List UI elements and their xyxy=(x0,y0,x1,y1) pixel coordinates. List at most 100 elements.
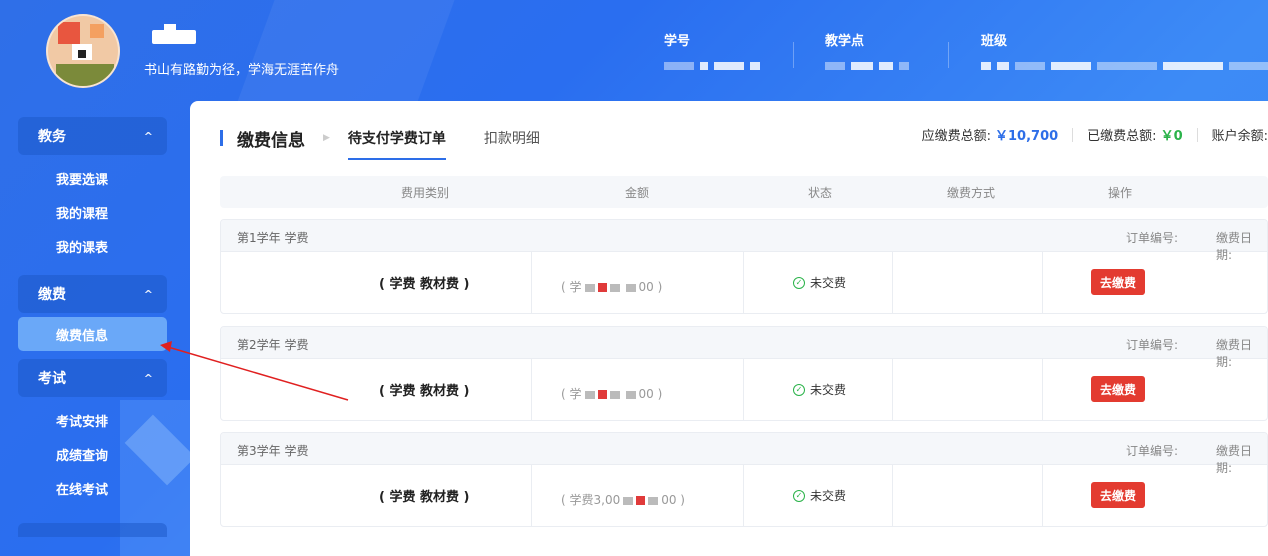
tab-deduction-details[interactable]: 扣款明细 xyxy=(484,124,540,152)
order-number-label: 订单编号: xyxy=(1126,338,1179,352)
table-cell xyxy=(221,359,532,420)
main-panel: 缴费信息 ▶ 待支付学费订单 扣款明细 应缴费总额: ￥10,700 已缴费总额… xyxy=(190,101,1268,556)
total-due-label: 应缴费总额: xyxy=(921,129,991,144)
menu-head-exam[interactable]: 考试 ^ xyxy=(18,359,167,397)
pay-button[interactable]: 去缴费 xyxy=(1091,269,1145,295)
menu-head-label: 缴费 xyxy=(38,287,66,303)
order-number-label: 订单编号: xyxy=(1126,231,1179,245)
order-header: 第2学年 学费 订单编号: 缴费日期: xyxy=(221,327,1267,369)
order-year: 第2学年 学费 xyxy=(237,338,309,352)
avatar[interactable] xyxy=(46,14,120,88)
sidebar-item-exam-schedule[interactable]: 考试安排 xyxy=(18,403,167,437)
total-paid-value: ￥0 xyxy=(1160,129,1183,144)
tab-pending-orders[interactable]: 待支付学费订单 xyxy=(347,124,446,160)
page-title: 缴费信息 xyxy=(237,130,305,151)
fee-type: ( 学费 教材费 ) xyxy=(379,490,470,505)
column-header: 操作 xyxy=(1108,186,1133,200)
menu-group-payment: 缴费 ^ 缴费信息 xyxy=(18,275,167,351)
check-circle-icon: ✓ xyxy=(793,276,805,289)
amount-redacted: ( 学 00 ) xyxy=(561,385,662,402)
user-name-redacted xyxy=(152,24,196,44)
order-card: 第1学年 学费 订单编号: 缴费日期: ( 学费 教材费 ) ( 学 00 ) ✓… xyxy=(220,219,1268,314)
table-cell xyxy=(221,252,532,313)
table-cell xyxy=(893,465,1043,526)
column-header: 金额 xyxy=(625,186,650,200)
menu-head-next[interactable] xyxy=(18,523,167,537)
menu-head-label: 教务 xyxy=(38,129,66,145)
check-circle-icon: ✓ xyxy=(793,489,805,502)
class-value-redacted xyxy=(981,61,1268,71)
chevron-up-icon: ^ xyxy=(143,129,153,143)
order-card: 第2学年 学费 订单编号: 缴费日期: ( 学费 教材费 ) ( 学 00 ) ✓… xyxy=(220,326,1268,421)
sidebar-item-payment-info[interactable]: 缴费信息 xyxy=(18,317,167,351)
order-body: ( 学费 教材费 ) ( 学费3,00 00 ) ✓ 未交费 去缴费 xyxy=(221,465,1267,526)
amount-text-start: ( 学费3,00 xyxy=(561,493,621,507)
column-header: 状态 xyxy=(808,186,833,200)
payment-status: ✓ 未交费 xyxy=(793,381,846,398)
caret-right-icon: ▶ xyxy=(323,133,330,143)
teaching-point-block: 教学点 xyxy=(825,30,909,71)
menu-group-exam: 考试 ^ 考试安排 成绩查询 在线考试 xyxy=(18,359,167,537)
status-label: 未交费 xyxy=(810,276,847,290)
table-cell xyxy=(893,359,1043,420)
payment-status: ✓ 未交费 xyxy=(793,487,846,504)
sidebar-item-course-selection[interactable]: 我要选课 xyxy=(18,161,167,195)
menu-head-academic[interactable]: 教务 ^ xyxy=(18,117,167,155)
table-header: 费用类别 金额 状态 缴费方式 操作 xyxy=(220,176,1268,208)
class-label: 班级 xyxy=(981,34,1008,49)
header-divider xyxy=(948,42,949,68)
title-accent-bar xyxy=(220,130,223,146)
column-header: 缴费方式 xyxy=(947,186,996,200)
order-header: 第3学年 学费 订单编号: 缴费日期: xyxy=(221,433,1267,475)
order-year: 第3学年 学费 xyxy=(237,444,309,458)
fee-type: ( 学费 教材费 ) xyxy=(379,384,470,399)
amount-text-start: ( 学 xyxy=(561,280,582,294)
totals-divider xyxy=(1196,127,1198,142)
order-number-label: 订单编号: xyxy=(1126,444,1179,458)
amount-redacted: ( 学 00 ) xyxy=(561,278,662,295)
amount-text-end: 00 ) xyxy=(638,280,663,294)
menu-head-label: 考试 xyxy=(38,371,66,387)
total-due-value: ￥10,700 xyxy=(995,129,1059,144)
class-block: 班级 xyxy=(981,30,1268,71)
total-paid-label: 已缴费总额: xyxy=(1087,129,1157,144)
table-cell xyxy=(221,465,532,526)
teaching-point-value-redacted xyxy=(825,61,909,71)
status-label: 未交费 xyxy=(810,489,847,503)
sidebar-item-my-timetable[interactable]: 我的课表 xyxy=(18,229,167,263)
order-year: 第1学年 学费 xyxy=(237,231,309,245)
table-cell xyxy=(893,252,1043,313)
payment-totals: 应缴费总额: ￥10,700 已缴费总额: ￥0 账户余额: xyxy=(922,125,1268,144)
amount-text-end: 00 ) xyxy=(661,493,685,507)
menu-group-academic: 教务 ^ 我要选课 我的课程 我的课表 xyxy=(18,117,167,267)
totals-divider xyxy=(1072,127,1074,142)
order-card: 第3学年 学费 订单编号: 缴费日期: ( 学费 教材费 ) ( 学费3,00 0… xyxy=(220,432,1268,527)
menu-head-payment[interactable]: 缴费 ^ xyxy=(18,275,167,313)
sidebar-item-my-courses[interactable]: 我的课程 xyxy=(18,195,167,229)
student-id-block: 学号 xyxy=(664,30,760,71)
student-id-value-redacted xyxy=(664,61,760,71)
teaching-point-label: 教学点 xyxy=(825,34,865,49)
header: 书山有路勤为径，学海无涯苦作舟 学号 教学点 班级 xyxy=(0,0,1268,100)
fee-type: ( 学费 教材费 ) xyxy=(379,277,470,292)
pay-button[interactable]: 去缴费 xyxy=(1091,482,1145,508)
student-id-label: 学号 xyxy=(664,34,691,49)
sidebar: 教务 ^ 我要选课 我的课程 我的课表 缴费 ^ 缴费信息 考试 ^ 考试安排 … xyxy=(18,117,167,545)
amount-redacted: ( 学费3,00 00 ) xyxy=(561,491,685,508)
status-label: 未交费 xyxy=(810,383,847,397)
balance-label: 账户余额: xyxy=(1211,129,1268,144)
column-header: 费用类别 xyxy=(401,186,450,200)
motto: 书山有路勤为径，学海无涯苦作舟 xyxy=(144,63,340,78)
check-circle-icon: ✓ xyxy=(793,383,805,396)
amount-text-start: ( 学 xyxy=(561,387,582,401)
sidebar-item-online-exam[interactable]: 在线考试 xyxy=(18,471,167,505)
sidebar-item-grade-query[interactable]: 成绩查询 xyxy=(18,437,167,471)
chevron-up-icon: ^ xyxy=(143,287,153,301)
order-header: 第1学年 学费 订单编号: 缴费日期: xyxy=(221,220,1267,262)
payment-status: ✓ 未交费 xyxy=(793,274,846,291)
chevron-up-icon: ^ xyxy=(143,371,153,385)
panel-topbar: 缴费信息 ▶ 待支付学费订单 扣款明细 应缴费总额: ￥10,700 已缴费总额… xyxy=(220,123,1268,160)
amount-text-end: 00 ) xyxy=(638,387,663,401)
pay-button[interactable]: 去缴费 xyxy=(1091,376,1145,402)
order-body: ( 学费 教材费 ) ( 学 00 ) ✓ 未交费 去缴费 xyxy=(221,252,1267,313)
